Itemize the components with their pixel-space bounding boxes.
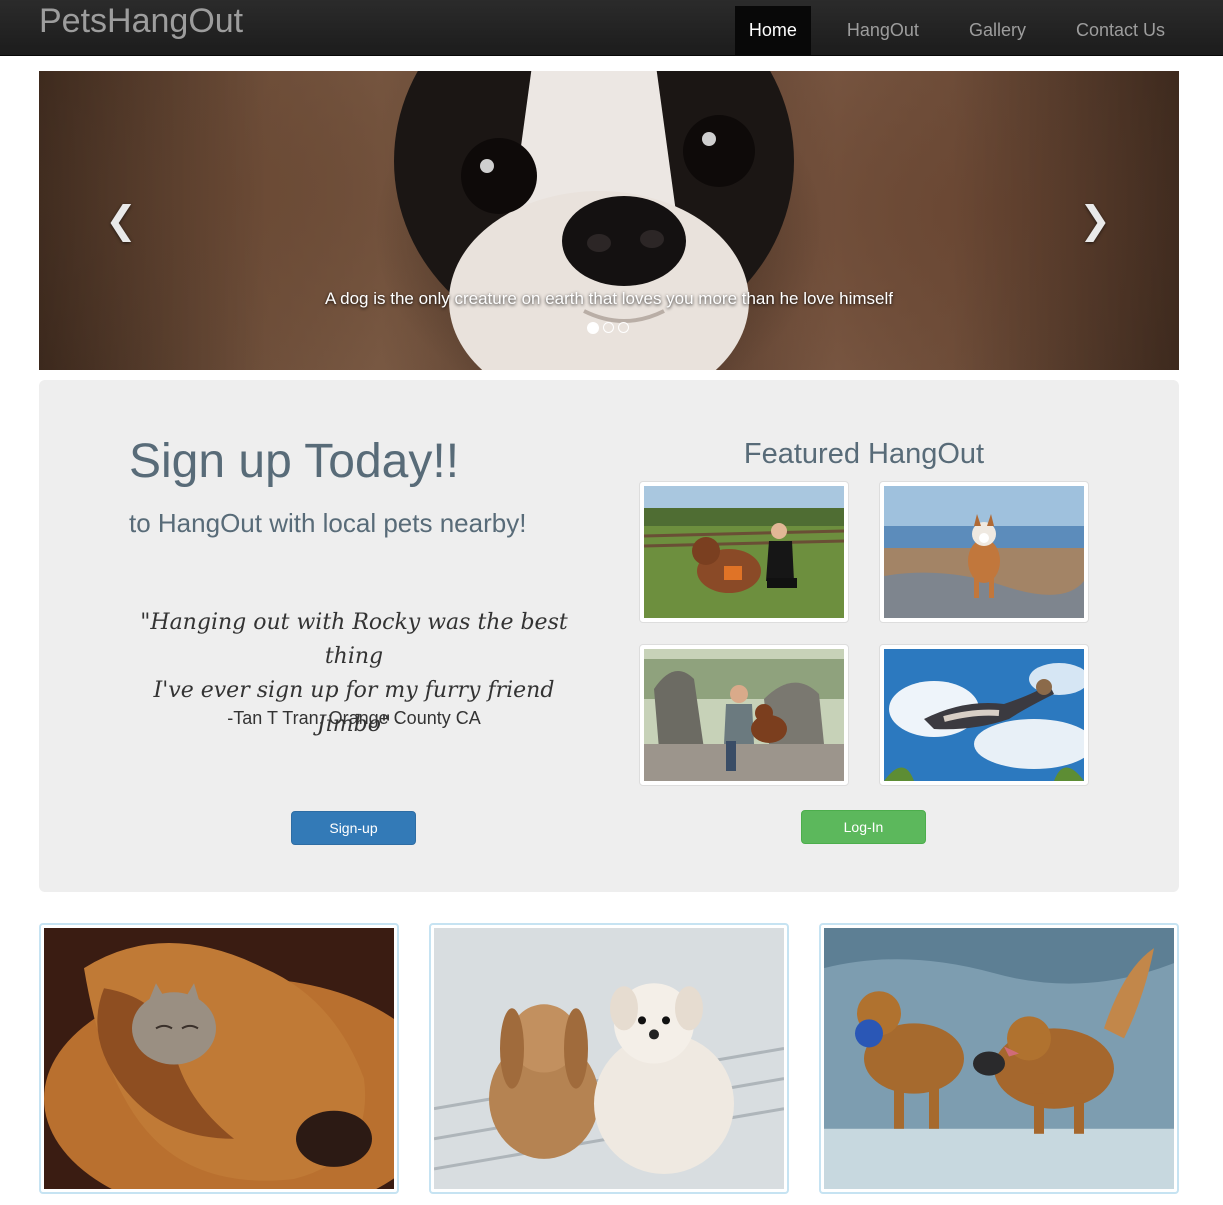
featured-thumbnail-1[interactable]: [639, 481, 849, 623]
nav-item-contact-us[interactable]: Contact Us: [1062, 6, 1179, 55]
featured-thumbnail-2[interactable]: [879, 481, 1089, 623]
featured-thumbnail-4[interactable]: [879, 644, 1089, 786]
featured-image-4: [884, 649, 1084, 781]
featured-image-2: [884, 486, 1084, 618]
carousel-caption: A dog is the only creature on earth that…: [325, 289, 893, 308]
brand-logo[interactable]: PetsHangOut: [39, 1, 243, 41]
chevron-left-icon[interactable]: ❮: [101, 201, 141, 241]
carousel-indicator-1[interactable]: [587, 322, 599, 334]
gallery-card-3[interactable]: [819, 923, 1179, 1194]
gallery-image-dog-and-kitten: [44, 928, 394, 1189]
nav-item-gallery[interactable]: Gallery: [955, 6, 1040, 55]
featured-thumbnail-3[interactable]: [639, 644, 849, 786]
hero-carousel: ❮ ❯ A dog is the only creature on earth …: [39, 71, 1179, 370]
navbar: PetsHangOut Home HangOut Gallery Contact…: [0, 0, 1223, 56]
chevron-right-icon[interactable]: ❯: [1075, 201, 1115, 241]
gallery-image-dogs-in-water: [824, 928, 1174, 1189]
nav-item-home[interactable]: Home: [734, 6, 811, 55]
testimonial-author: -Tan T Tran, Orange County CA: [227, 708, 481, 728]
nav-item-hangout[interactable]: HangOut: [833, 6, 933, 55]
gallery-card-2[interactable]: [429, 923, 789, 1194]
featured-title: Featured HangOut: [743, 438, 985, 470]
nav-menu: Home HangOut Gallery Contact Us: [727, 6, 1179, 55]
signup-subtitle: to HangOut with local pets nearby!: [129, 508, 527, 538]
gallery-card-1[interactable]: [39, 923, 399, 1194]
carousel-indicator-3[interactable]: [618, 322, 629, 333]
signup-button[interactable]: Sign-up: [291, 811, 416, 845]
featured-image-3: [644, 649, 844, 781]
login-button[interactable]: Log-In: [801, 810, 926, 844]
testimonial-quote-line-1: "Hanging out with Rocky was the best thi…: [140, 610, 568, 669]
signup-panel: Sign up Today!! to HangOut with local pe…: [39, 380, 1179, 892]
gallery-image-bunny-and-puppy: [434, 928, 784, 1189]
signup-title: Sign up Today!!: [129, 435, 460, 488]
carousel-indicator-2[interactable]: [603, 322, 614, 333]
featured-image-1: [644, 486, 844, 618]
carousel-indicators: [587, 322, 629, 334]
